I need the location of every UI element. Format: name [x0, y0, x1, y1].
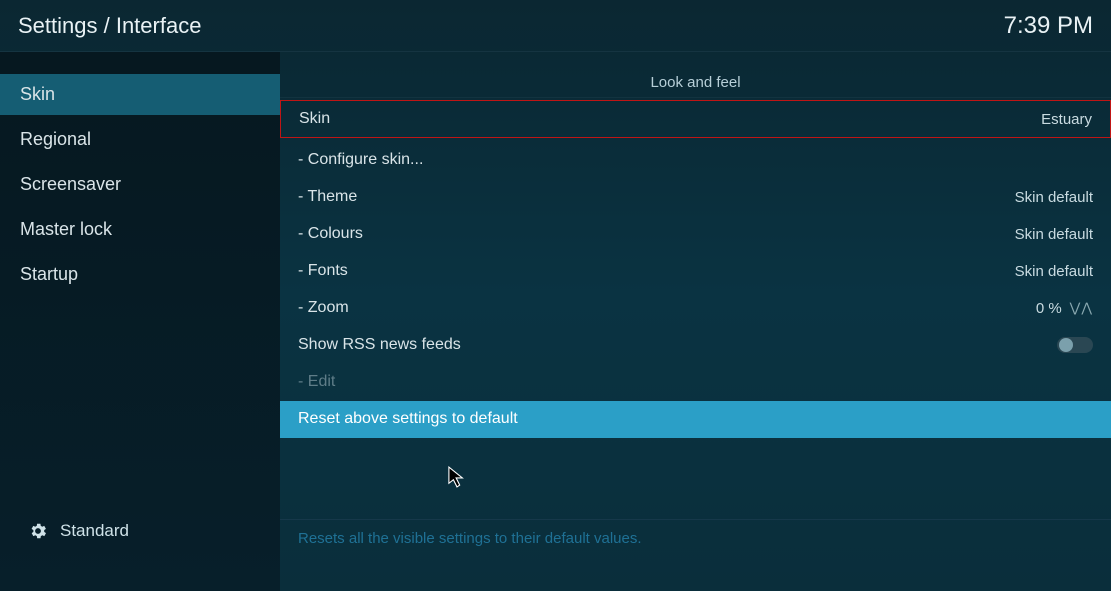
row-fonts-label: - Fonts	[298, 262, 348, 280]
row-zoom[interactable]: - Zoom 0 % ⋁⋀	[280, 290, 1111, 327]
cursor-icon	[448, 466, 466, 488]
page-title: Settings / Interface	[18, 13, 201, 39]
content-panel: Look and feel Skin Estuary - Configure s…	[280, 52, 1111, 591]
chevrons-icon[interactable]: ⋁⋀	[1070, 300, 1093, 316]
row-colours-label: - Colours	[298, 225, 363, 243]
settings-level-label: Standard	[60, 521, 129, 541]
row-colours[interactable]: - Colours Skin default	[280, 216, 1111, 253]
row-reset-label: Reset above settings to default	[298, 410, 518, 428]
clock: 7:39 PM	[1004, 12, 1093, 40]
row-rss-label: Show RSS news feeds	[298, 336, 461, 354]
gear-icon	[28, 521, 48, 541]
row-skin-value: Estuary	[1041, 111, 1092, 128]
sidebar-item-regional[interactable]: Regional	[0, 119, 280, 160]
description-text: Resets all the visible settings to their…	[280, 519, 1111, 557]
toggle-off-icon[interactable]	[1057, 337, 1093, 353]
row-zoom-label: - Zoom	[298, 299, 349, 317]
row-skin[interactable]: Skin Estuary	[280, 100, 1111, 138]
row-theme[interactable]: - Theme Skin default	[280, 179, 1111, 216]
row-fonts[interactable]: - Fonts Skin default	[280, 253, 1111, 290]
sidebar-item-masterlock[interactable]: Master lock	[0, 209, 280, 250]
row-edit-label: - Edit	[298, 373, 335, 391]
settings-level-button[interactable]: Standard	[0, 521, 280, 541]
row-theme-label: - Theme	[298, 188, 357, 206]
row-edit: - Edit	[280, 364, 1111, 401]
row-zoom-value: 0 %	[1036, 300, 1062, 317]
row-skin-label: Skin	[299, 110, 330, 128]
sidebar-item-startup[interactable]: Startup	[0, 254, 280, 295]
sidebar-item-screensaver[interactable]: Screensaver	[0, 164, 280, 205]
row-colours-value: Skin default	[1015, 226, 1093, 243]
row-theme-value: Skin default	[1015, 189, 1093, 206]
row-fonts-value: Skin default	[1015, 263, 1093, 280]
main-area: Skin Regional Screensaver Master lock St…	[0, 52, 1111, 591]
sidebar: Skin Regional Screensaver Master lock St…	[0, 52, 280, 591]
row-configure-skin[interactable]: - Configure skin...	[280, 142, 1111, 179]
header-bar: Settings / Interface 7:39 PM	[0, 0, 1111, 52]
row-reset-defaults[interactable]: Reset above settings to default	[280, 401, 1111, 438]
sidebar-item-skin[interactable]: Skin	[0, 74, 280, 115]
row-configure-label: - Configure skin...	[298, 151, 423, 169]
row-rss[interactable]: Show RSS news feeds	[280, 327, 1111, 364]
section-header: Look and feel	[280, 70, 1111, 98]
